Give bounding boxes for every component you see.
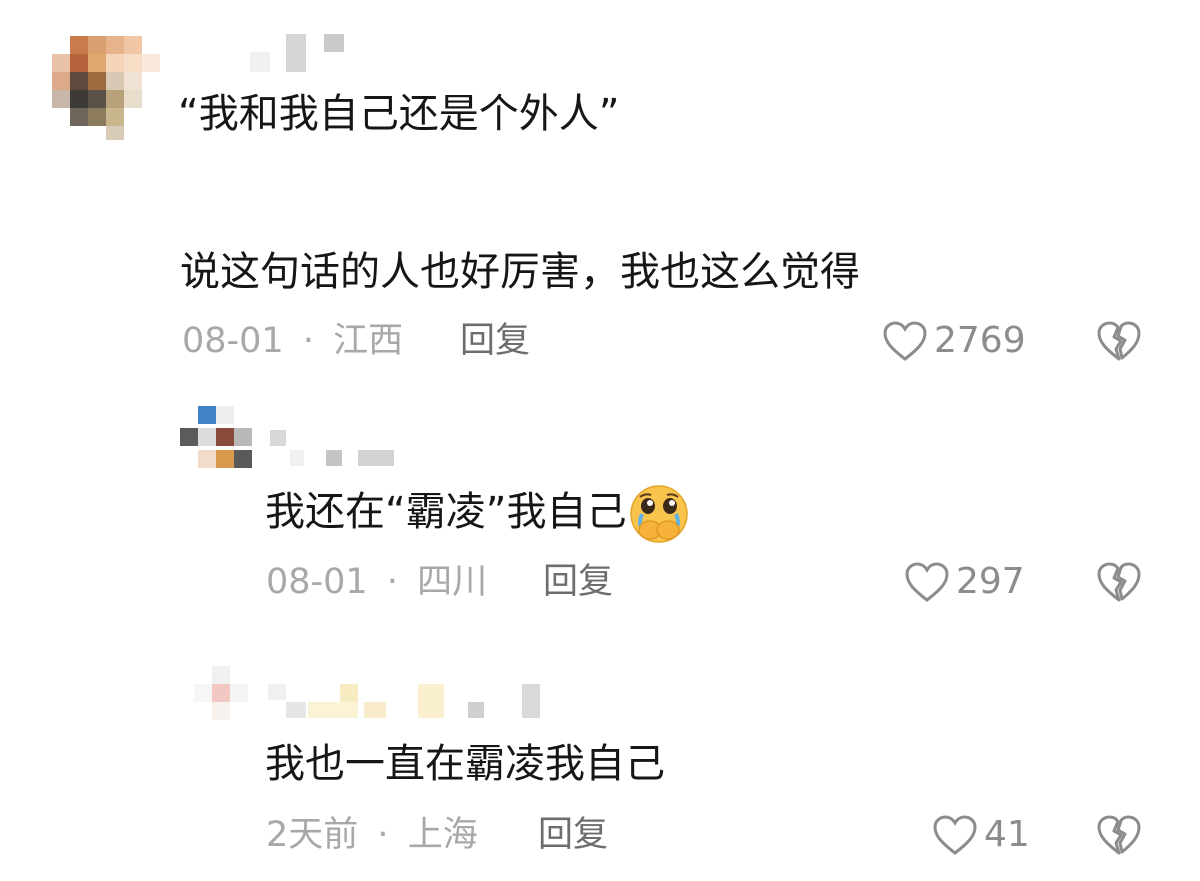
separator: ·: [377, 815, 389, 855]
username[interactable]: [268, 684, 548, 722]
comment-meta: 08-01 · 四川: [266, 562, 487, 602]
dislike-button[interactable]: [1096, 814, 1142, 860]
username[interactable]: [270, 430, 400, 470]
dislike-button[interactable]: [1096, 320, 1142, 366]
avatar[interactable]: [180, 406, 255, 470]
comment-text-line1: “我和我自己还是个外人”: [178, 91, 620, 137]
separator: ·: [302, 321, 314, 361]
broken-heart-icon: [1097, 562, 1141, 602]
crying-face-emoji: [626, 484, 692, 544]
comment-text: 我还在“霸凌”我自己: [265, 484, 692, 544]
reply-button[interactable]: 回复: [543, 562, 613, 602]
comment-location: 江西: [333, 321, 404, 361]
broken-heart-icon: [1097, 815, 1141, 855]
avatar[interactable]: [194, 666, 250, 726]
comment-date: 08-01: [182, 321, 284, 361]
like-count: 297: [956, 561, 1025, 602]
like-button[interactable]: 41: [932, 814, 1030, 856]
comment-text-line2: 说这句话的人也好厉害，我也这么觉得: [180, 249, 860, 295]
heart-icon: [933, 815, 977, 855]
reply-button[interactable]: 回复: [460, 321, 530, 361]
comment-meta: 08-01 · 江西: [182, 321, 403, 361]
reply-button[interactable]: 回复: [538, 815, 608, 855]
comment-text-content: 我还在“霸凌”我自己: [265, 489, 627, 535]
dislike-button[interactable]: [1096, 561, 1142, 607]
heart-icon: [883, 321, 927, 361]
comment-meta: 2天前 · 上海: [266, 815, 478, 855]
like-button[interactable]: 297: [904, 561, 1025, 603]
like-count: 2769: [934, 320, 1026, 361]
comment-text: 我也一直在霸凌我自己: [265, 741, 665, 787]
avatar[interactable]: [52, 36, 162, 142]
like-button[interactable]: 2769: [882, 320, 1026, 362]
comment-location: 四川: [417, 562, 488, 602]
like-count: 41: [984, 814, 1030, 855]
comment-location: 上海: [407, 815, 478, 855]
username[interactable]: [250, 34, 350, 74]
broken-heart-icon: [1097, 321, 1141, 361]
comment-date: 08-01: [266, 562, 368, 602]
heart-icon: [905, 562, 949, 602]
separator: ·: [386, 562, 398, 602]
comment-date: 2天前: [266, 815, 359, 855]
